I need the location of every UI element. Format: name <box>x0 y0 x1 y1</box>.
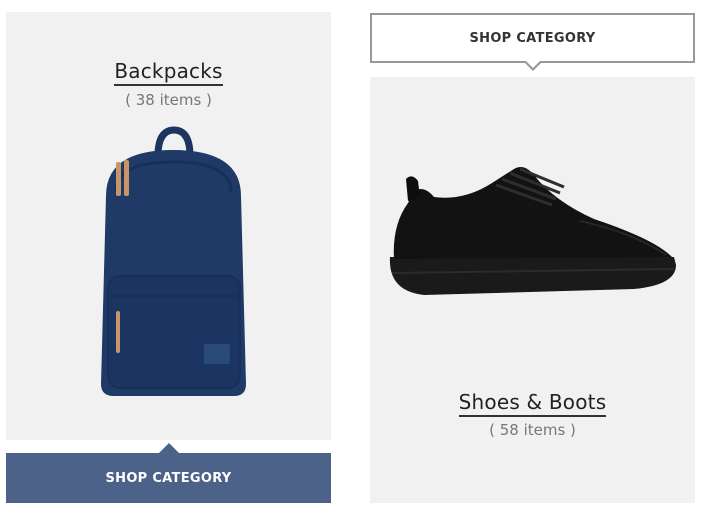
category-title-link[interactable]: Backpacks <box>114 59 223 86</box>
category-card-shoes[interactable]: Shoes & Boots ( 58 items ) <box>370 77 695 503</box>
category-title[interactable]: Backpacks <box>6 59 331 86</box>
button-pointer <box>525 61 540 68</box>
shop-category-button-shoes[interactable]: SHOP CATEGORY <box>370 13 695 71</box>
category-item-count: ( 58 items ) <box>489 421 576 439</box>
category-card-backpacks[interactable]: Backpacks ( 38 items ) <box>6 12 331 440</box>
category-title-link[interactable]: Shoes & Boots <box>458 390 607 417</box>
sneaker-image[interactable] <box>384 161 684 311</box>
backpack-image[interactable] <box>86 126 261 402</box>
category-item-count: ( 38 items ) <box>125 91 212 109</box>
shop-category-label: SHOP CATEGORY <box>469 30 596 46</box>
shop-category-button-backpacks[interactable]: SHOP CATEGORY <box>6 443 331 503</box>
category-title[interactable]: Shoes & Boots <box>370 390 695 417</box>
